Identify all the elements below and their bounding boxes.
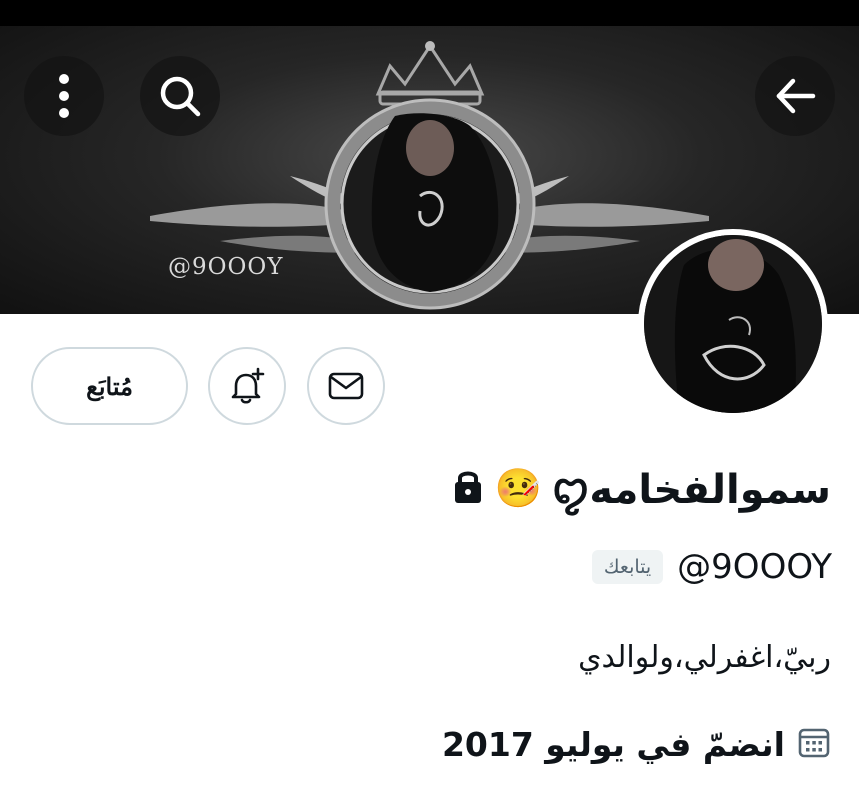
search-button[interactable]	[140, 56, 220, 136]
following-label: مُتابَع	[86, 371, 133, 401]
envelope-icon	[328, 372, 364, 400]
notifications-button[interactable]	[208, 347, 286, 425]
follows-you-badge: يتابعك	[591, 550, 664, 584]
calendar-icon	[797, 725, 831, 763]
bell-plus-icon	[231, 367, 265, 404]
user-handle: @9OOOY	[677, 547, 832, 587]
display-name: سموالفخامهꨄ	[551, 466, 831, 513]
banner-watermark: @9OOOY	[168, 254, 284, 280]
back-button[interactable]	[755, 56, 835, 136]
following-button[interactable]: مُتابَع	[31, 347, 188, 425]
message-button[interactable]	[307, 347, 385, 425]
joined-date: انضمّ في يوليو 2017	[441, 724, 785, 764]
display-name-row: سموالفخامهꨄ 🤒	[437, 455, 831, 521]
lock-icon	[451, 467, 485, 509]
name-emoji: 🤒	[494, 465, 542, 510]
status-bar	[0, 0, 859, 26]
more-options-button[interactable]	[24, 56, 104, 136]
arrow-left-icon	[776, 78, 816, 114]
joined-date-row: انضمّ في يوليو 2017	[442, 720, 831, 768]
avatar-image	[644, 235, 822, 413]
profile-bio: ربيّ،اغفرلي،ولوالدي	[578, 640, 831, 675]
more-vertical-icon	[59, 74, 69, 118]
handle-row: @9OOOY يتابعك	[591, 540, 832, 594]
search-icon	[160, 76, 201, 117]
avatar[interactable]	[638, 229, 828, 419]
